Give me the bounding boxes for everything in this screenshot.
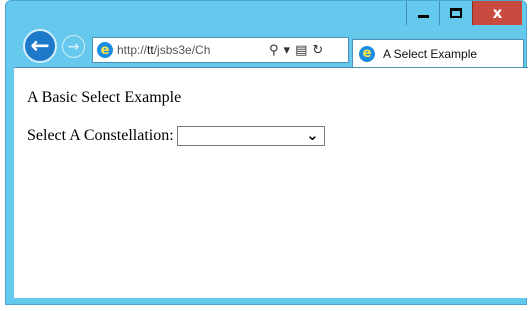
constellation-label: Select A Constellation: bbox=[27, 127, 174, 144]
back-arrow-icon: ← bbox=[30, 33, 50, 59]
constellation-select-row: Select A Constellation: ⌄ bbox=[27, 126, 528, 146]
back-button[interactable]: ← bbox=[23, 29, 57, 63]
caption-controls: x bbox=[406, 1, 522, 25]
window-frame: x ← → e http://tt/jsbs3e/Ch ⚲ ▾ ▤ ↻ e A … bbox=[5, 0, 529, 305]
forward-button[interactable]: → bbox=[62, 35, 85, 58]
url-prefix: http:// bbox=[117, 43, 148, 57]
compatibility-view-icon[interactable]: ▤ bbox=[295, 43, 307, 58]
ie-icon: e bbox=[97, 42, 113, 58]
chevron-down-icon: ⌄ bbox=[306, 126, 319, 144]
minimize-button[interactable] bbox=[406, 1, 439, 25]
address-actions: ⚲ ▾ ▤ ↻ bbox=[269, 43, 323, 58]
url-path: /jsbs3e/Ch bbox=[153, 43, 211, 57]
address-bar[interactable]: e http://tt/jsbs3e/Ch ⚲ ▾ ▤ ↻ bbox=[92, 37, 349, 63]
chevron-down-icon[interactable]: ▾ bbox=[284, 43, 291, 58]
maximize-button[interactable] bbox=[439, 1, 472, 25]
close-icon: x bbox=[492, 4, 503, 22]
close-button[interactable]: x bbox=[472, 1, 522, 25]
navigation-bar: ← → e http://tt/jsbs3e/Ch ⚲ ▾ ▤ ↻ e A Se… bbox=[13, 25, 529, 67]
page-content: A Basic Select Example Select A Constell… bbox=[14, 67, 528, 298]
url-host: tt bbox=[147, 43, 154, 57]
browser-window: x ← → e http://tt/jsbs3e/Ch ⚲ ▾ ▤ ↻ e A … bbox=[0, 0, 531, 311]
constellation-select[interactable]: ⌄ bbox=[176, 126, 325, 146]
minimize-icon bbox=[417, 15, 429, 18]
ie-icon: e bbox=[359, 45, 375, 62]
page-title: A Basic Select Example bbox=[27, 89, 182, 106]
refresh-icon[interactable]: ↻ bbox=[312, 43, 323, 58]
url-text[interactable]: http://tt/jsbs3e/Ch bbox=[117, 43, 265, 57]
forward-arrow-icon: → bbox=[67, 38, 80, 55]
maximize-icon bbox=[450, 8, 462, 18]
tab-current[interactable]: e A Select Example bbox=[352, 39, 524, 67]
tab-title: A Select Example bbox=[383, 46, 478, 61]
search-icon[interactable]: ⚲ bbox=[269, 43, 279, 58]
